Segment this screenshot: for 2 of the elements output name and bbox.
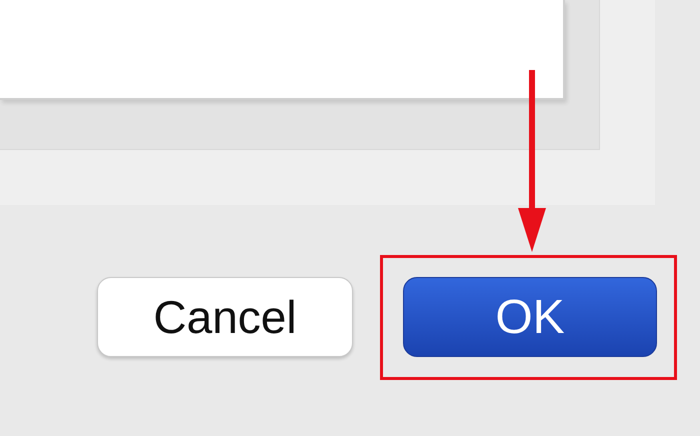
cancel-button[interactable]: Cancel [97,277,353,357]
ok-button[interactable]: OK [403,277,657,357]
